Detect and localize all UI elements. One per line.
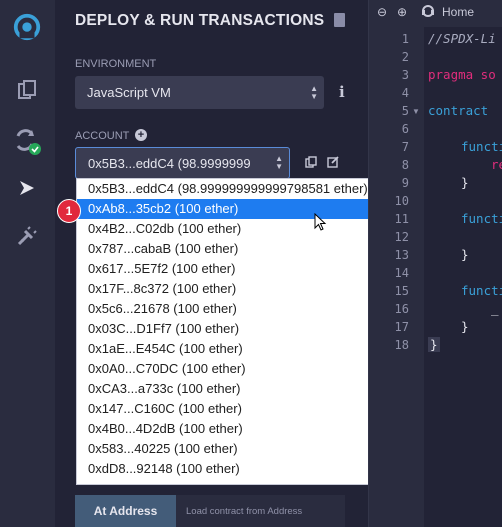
- info-icon[interactable]: i: [339, 83, 345, 101]
- line-number: 16: [394, 302, 409, 316]
- environment-value: JavaScript VM: [87, 85, 171, 100]
- code-line: functi: [461, 139, 502, 154]
- solidity-compiler-icon[interactable]: [12, 126, 42, 156]
- line-number: 2: [401, 50, 409, 64]
- line-number: 9: [401, 176, 409, 190]
- account-option[interactable]: 0x4B0...4D2dB (100 ether): [77, 419, 403, 439]
- line-number: 10: [394, 194, 409, 208]
- code-line: }: [461, 319, 469, 334]
- home-tab-icon: [421, 4, 435, 21]
- code-line: //SPDX-Li: [428, 31, 496, 46]
- file-explorer-icon[interactable]: [12, 75, 42, 105]
- environment-select[interactable]: JavaScript VM ▲ ▼: [75, 76, 324, 109]
- environment-label: ENVIRONMENT: [75, 58, 157, 70]
- account-select[interactable]: 0x5B3...eddC4 (98.9999999 ▲ ▼: [75, 147, 290, 179]
- documentation-icon[interactable]: [334, 13, 345, 27]
- address-input[interactable]: Load contract from Address: [176, 495, 345, 527]
- account-value: 0x5B3...eddC4 (98.9999999: [88, 155, 251, 171]
- code-line: functi: [461, 283, 502, 298]
- annotation-badge: 1: [57, 199, 81, 223]
- account-option[interactable]: 0x17F...8c372 (100 ether): [77, 279, 403, 299]
- account-option[interactable]: 0xdD8...92148 (100 ether): [77, 459, 403, 479]
- mouse-cursor-icon: [314, 213, 327, 231]
- account-option[interactable]: 0x0A0...C70DC (100 ether): [77, 359, 403, 379]
- copy-icon[interactable]: [305, 156, 317, 168]
- account-option[interactable]: 0x617...5E7f2 (100 ether): [77, 259, 403, 279]
- icon-panel: [0, 0, 55, 527]
- line-number: 1: [401, 32, 409, 46]
- account-dropdown-list[interactable]: 0x5B3...eddC4 (98.999999999999798581 eth…: [76, 178, 404, 485]
- account-option[interactable]: 0x787...cabaB (100 ether): [77, 239, 403, 259]
- zoom-out-icon[interactable]: ⊖: [377, 5, 387, 19]
- line-number: 7: [401, 140, 409, 154]
- account-option[interactable]: 0x5B3...eddC4 (98.999999999999798581 eth…: [77, 179, 403, 199]
- account-option[interactable]: 0x5c6...21678 (100 ether): [77, 299, 403, 319]
- code-line: }: [461, 247, 469, 262]
- fold-icon[interactable]: ▼: [412, 107, 420, 116]
- editor-tab-bar: ⊖ ⊕ Home: [369, 0, 502, 27]
- account-option[interactable]: 0x583...40225 (100 ether): [77, 439, 403, 459]
- deploy-run-icon[interactable]: [12, 173, 42, 203]
- plugin-manager-icon[interactable]: [12, 221, 42, 251]
- code-line: }: [428, 337, 440, 352]
- at-address-button[interactable]: At Address: [75, 495, 176, 527]
- account-option[interactable]: 0x03C...D1Ff7 (100 ether): [77, 319, 403, 339]
- code-line: _: [491, 301, 499, 316]
- line-number: 4: [401, 86, 409, 100]
- account-option-selected[interactable]: 0xAb8...35cb2 (100 ether): [77, 199, 403, 219]
- account-option[interactable]: 0x147...C160C (100 ether): [77, 399, 403, 419]
- select-arrows-icon: ▲ ▼: [310, 83, 318, 101]
- account-option[interactable]: 0x4B2...C02db (100 ether): [77, 219, 403, 239]
- code-line: pragma so: [428, 67, 496, 82]
- account-label: ACCOUNT: [75, 130, 130, 142]
- line-number: 12: [394, 230, 409, 244]
- code-line: contract: [428, 103, 489, 118]
- line-number: 17: [394, 320, 409, 334]
- account-option[interactable]: 0xCA3...a733c (100 ether): [77, 379, 403, 399]
- account-option[interactable]: 0x1aE...E454C (100 ether): [77, 339, 403, 359]
- code-line: }: [461, 175, 469, 190]
- line-number: 18: [394, 338, 409, 352]
- line-number: 5: [401, 104, 409, 118]
- code-editor: ⊖ ⊕ Home 1 2 3 4 5 ▼ 6 7 8 9 10 11 12 13…: [368, 0, 502, 527]
- select-arrows-icon: ▲ ▼: [272, 155, 283, 171]
- line-number: 6: [401, 122, 409, 136]
- zoom-in-icon[interactable]: ⊕: [397, 5, 407, 19]
- line-number: 11: [394, 212, 409, 226]
- line-number: 3: [401, 68, 409, 82]
- line-number: 15: [394, 284, 409, 298]
- line-number: 14: [394, 266, 409, 280]
- remix-logo-icon[interactable]: [12, 12, 42, 42]
- code-line: functi: [461, 211, 502, 226]
- add-account-icon[interactable]: +: [135, 129, 147, 141]
- line-number-gutter: 1 2 3 4 5 ▼ 6 7 8 9 10 11 12 13 14 15 16…: [369, 27, 424, 527]
- home-tab[interactable]: Home: [442, 5, 474, 19]
- panel-title: DEPLOY & RUN TRANSACTIONS: [75, 12, 325, 29]
- line-number: 8: [401, 158, 409, 172]
- edit-icon[interactable]: [327, 156, 339, 168]
- line-number: 13: [394, 248, 409, 262]
- code-line: re: [491, 157, 502, 172]
